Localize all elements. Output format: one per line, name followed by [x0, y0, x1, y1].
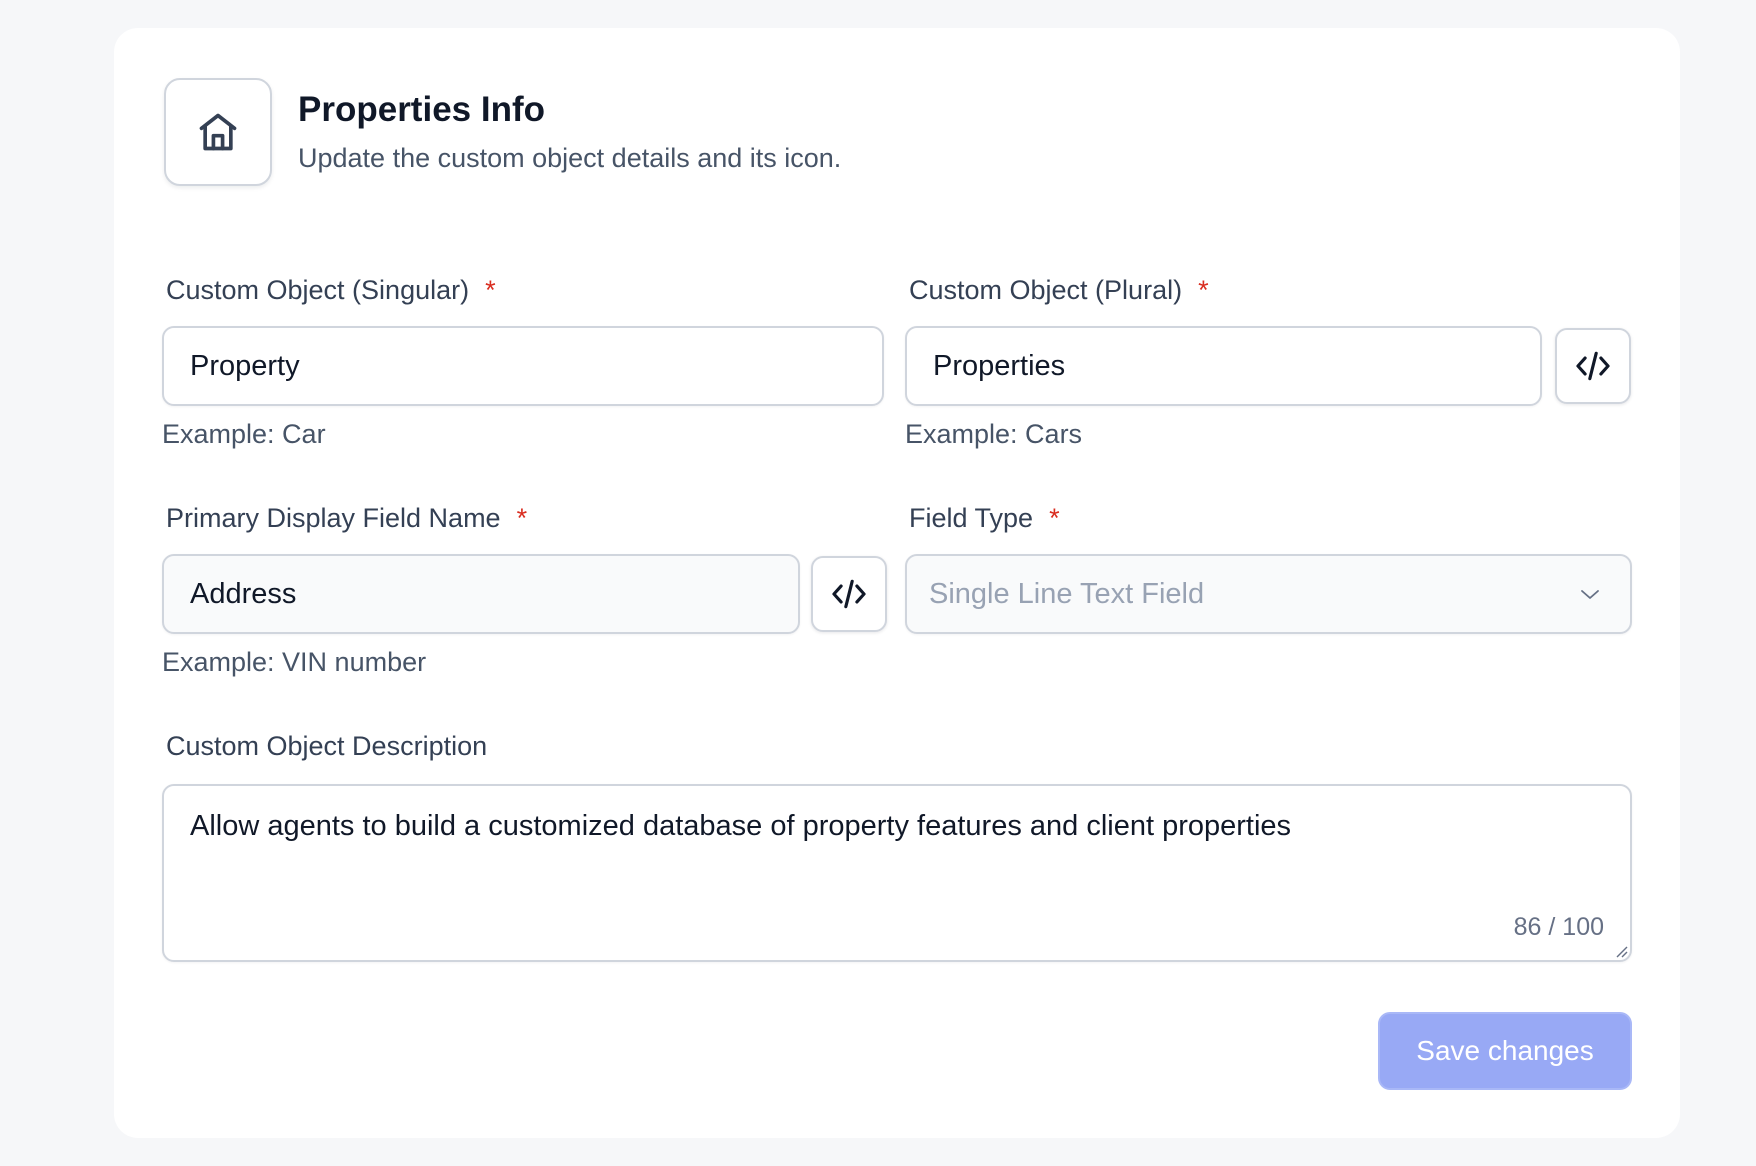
- resize-handle-icon[interactable]: [1614, 944, 1628, 958]
- required-marker: *: [1049, 503, 1060, 533]
- home-icon: [199, 113, 237, 151]
- page-subtitle: Update the custom object details and its…: [298, 143, 842, 173]
- singular-hint: Example: Car: [162, 419, 326, 449]
- code-icon: [832, 579, 866, 609]
- required-marker: *: [516, 503, 528, 533]
- primary-display-input[interactable]: Address: [162, 554, 800, 634]
- singular-label-text: Custom Object (Singular): [166, 275, 470, 305]
- save-changes-button[interactable]: Save changes: [1378, 1012, 1632, 1090]
- code-icon: [1576, 351, 1610, 381]
- plural-code-button[interactable]: [1555, 328, 1631, 404]
- description-textarea[interactable]: Allow agents to build a customized datab…: [162, 784, 1632, 962]
- required-marker: *: [485, 275, 496, 305]
- primary-display-label: Primary Display Field Name *: [166, 503, 527, 534]
- required-marker: *: [1198, 275, 1209, 305]
- chevron-down-icon: [1581, 590, 1599, 599]
- plural-label: Custom Object (Plural) *: [909, 275, 1209, 306]
- field-type-select[interactable]: Single Line Text Field: [905, 554, 1632, 634]
- plural-hint: Example: Cars: [905, 419, 1083, 449]
- singular-label: Custom Object (Singular) *: [166, 275, 496, 306]
- object-icon-picker[interactable]: [164, 78, 272, 186]
- description-label: Custom Object Description: [166, 731, 488, 761]
- plural-label-text: Custom Object (Plural): [909, 275, 1183, 305]
- singular-input[interactable]: Property: [162, 326, 884, 406]
- primary-display-label-text: Primary Display Field Name: [166, 503, 501, 533]
- page-title: Properties Info: [298, 90, 545, 129]
- field-type-label: Field Type *: [909, 503, 1060, 534]
- primary-display-hint: Example: VIN number: [162, 647, 427, 677]
- field-type-selected: Single Line Text Field: [929, 577, 1205, 610]
- field-type-label-text: Field Type: [909, 503, 1034, 533]
- primary-display-code-button[interactable]: [811, 556, 887, 632]
- character-counter: 86 / 100: [1513, 913, 1604, 941]
- properties-info-card: Properties Info Update the custom object…: [114, 28, 1680, 1138]
- description-text: Allow agents to build a customized datab…: [190, 810, 1292, 842]
- plural-input[interactable]: Properties: [905, 326, 1542, 406]
